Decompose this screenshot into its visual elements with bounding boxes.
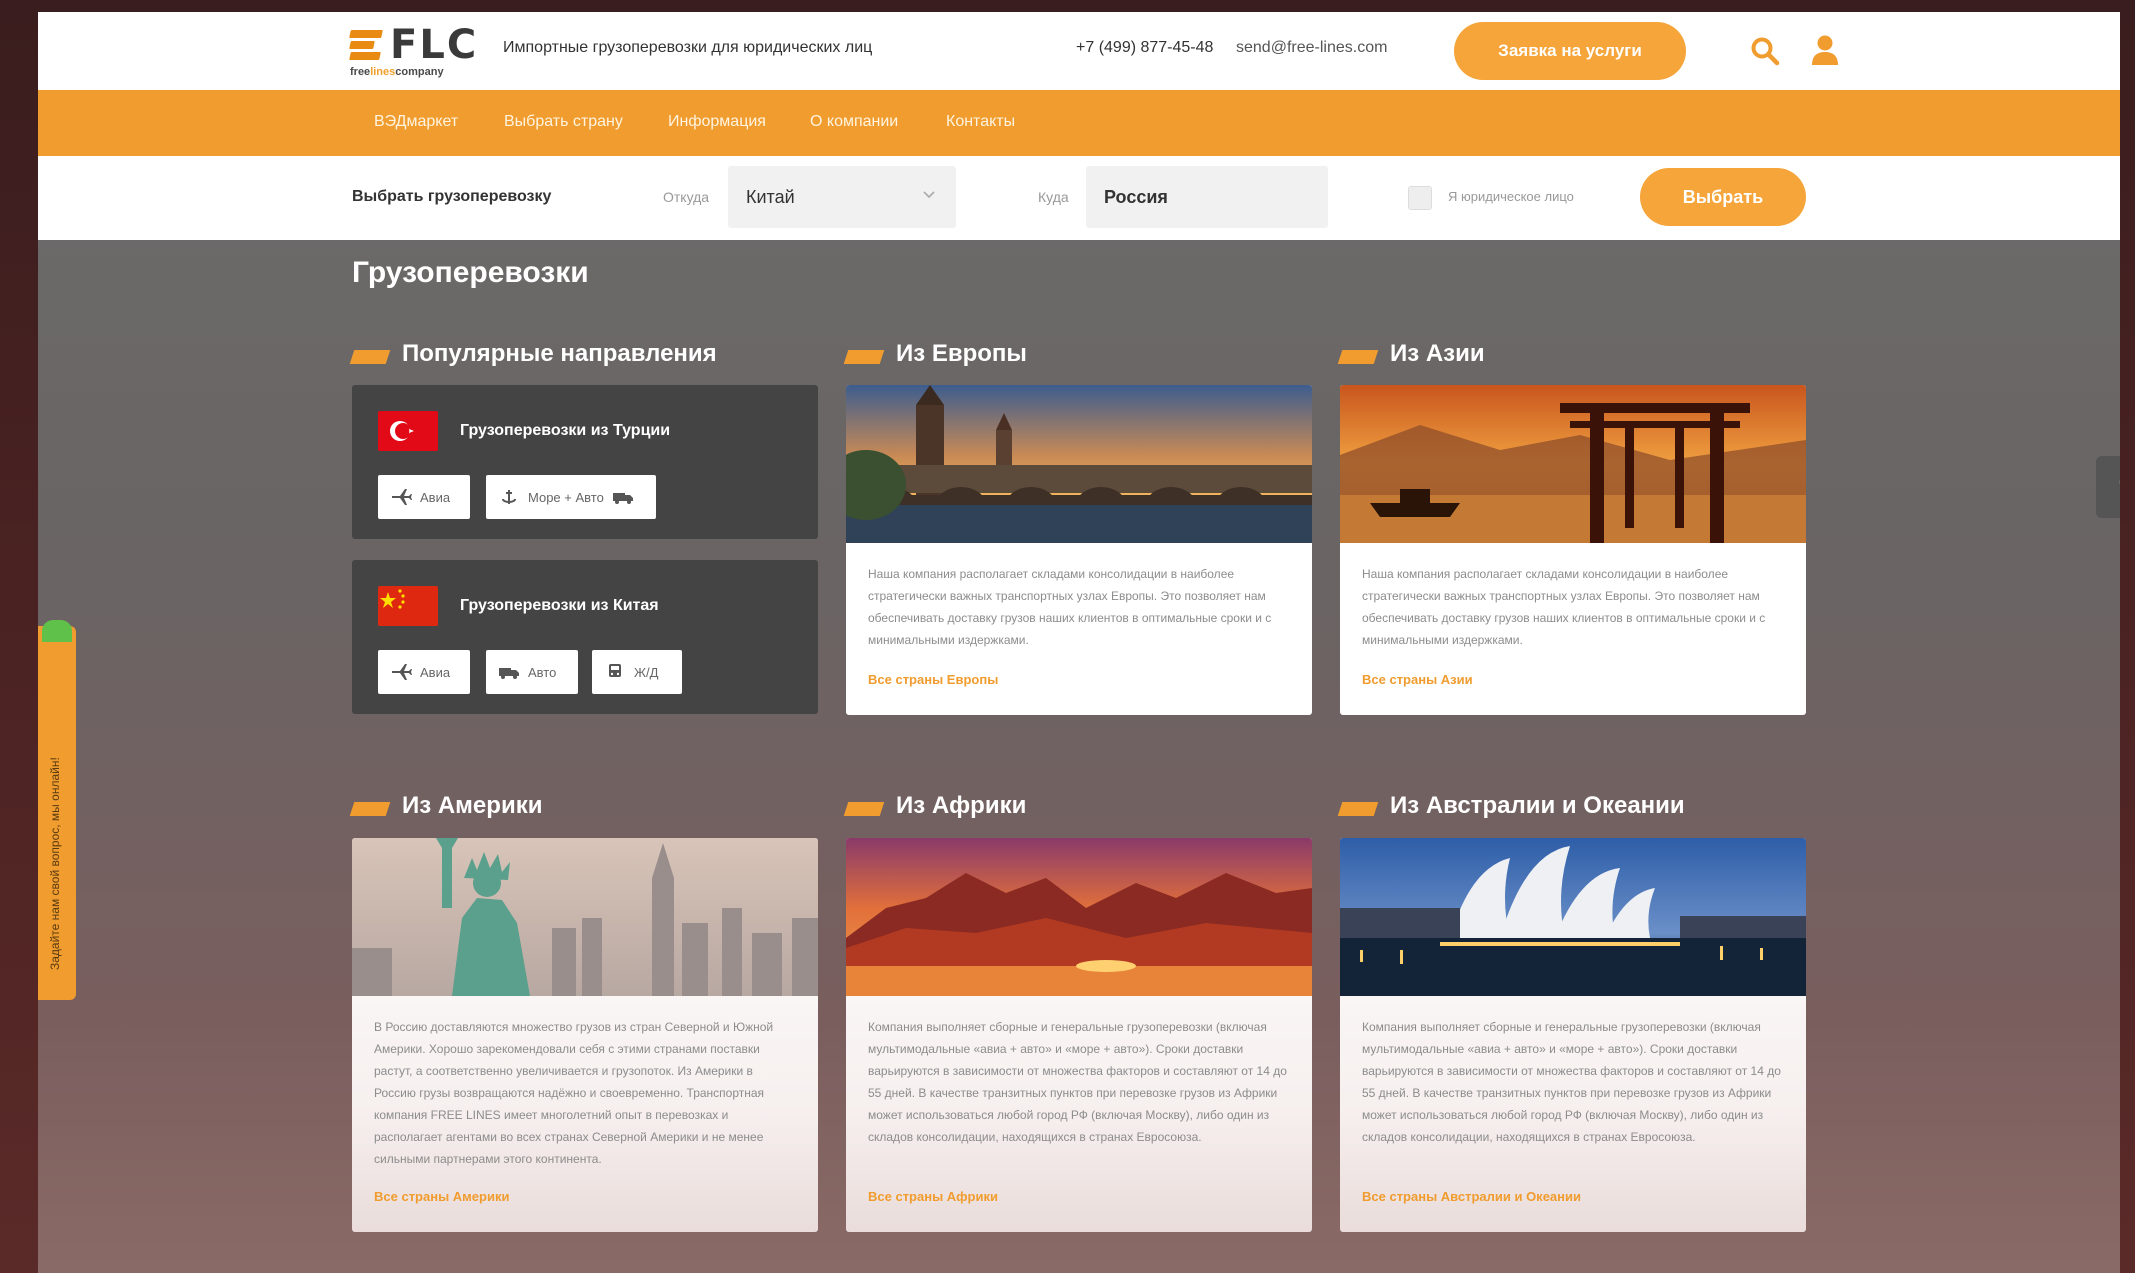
legal-entity-label[interactable]: Я юридическое лицо — [1448, 189, 1574, 204]
card-europe[interactable]: Наша компания располагает складами консо… — [846, 385, 1312, 715]
direction-card-china[interactable]: Грузоперевозки из Китая Авиа Авто Ж/Д — [352, 560, 818, 714]
from-select[interactable]: Китай — [728, 166, 956, 228]
online-indicator — [42, 620, 72, 642]
direction-card-turkey[interactable]: Грузоперевозки из Турции Авиа Море + Авт… — [352, 385, 818, 539]
tagline: Импортные грузоперевозки для юридических… — [503, 39, 873, 56]
chip-label: Ж/Д — [634, 664, 659, 680]
china-flag-icon — [378, 586, 438, 626]
chip-air[interactable]: Авиа — [378, 475, 470, 519]
order-services-button[interactable]: Заявка на услуги — [1454, 22, 1686, 80]
all-countries-link[interactable]: Все страны Америки — [374, 1189, 509, 1204]
logo-subtitle: freelinescompany — [350, 66, 444, 78]
truck-icon — [499, 668, 519, 679]
page-title: Грузоперевозки — [352, 256, 589, 289]
chip-label: Море + Авто — [528, 489, 604, 505]
legal-entity-checkbox[interactable] — [1408, 186, 1432, 210]
choose-button[interactable]: Выбрать — [1640, 168, 1806, 226]
heading-marker — [1337, 802, 1379, 816]
chevron-down-icon — [923, 191, 935, 199]
train-icon — [609, 664, 621, 677]
page-frame: FLC freelinescompany Импортные грузопере… — [38, 12, 2120, 1273]
section-title: Из Азии — [1390, 340, 1485, 367]
heading-marker — [349, 802, 391, 816]
logo-icon — [349, 30, 386, 60]
chip-label: Авиа — [420, 489, 451, 505]
anchor-icon — [502, 490, 516, 504]
africa-image — [846, 838, 1312, 996]
direction-title: Грузоперевозки из Китая — [460, 597, 659, 614]
phone-icon — [2119, 480, 2120, 485]
airplane-icon — [392, 664, 412, 680]
selector-title: Выбрать грузоперевозку — [352, 188, 552, 205]
chip-sea-auto[interactable]: Море + Авто — [486, 475, 656, 519]
all-countries-link[interactable]: Все страны Европы — [868, 672, 998, 687]
card-description: В Россию доставляются множество грузов и… — [374, 1020, 774, 1166]
card-asia[interactable]: Наша компания располагает складами консо… — [1340, 385, 1806, 715]
truck-icon — [612, 493, 633, 504]
europe-image — [846, 385, 1312, 543]
heading-marker — [349, 350, 391, 364]
nav-item-choose-country[interactable]: Выбрать страну — [504, 113, 623, 131]
logo[interactable]: FLC freelinescompany — [349, 22, 480, 80]
card-australia[interactable]: Компания выполняет сборные и генеральные… — [1340, 838, 1806, 1232]
nav-item-about[interactable]: О компании — [810, 113, 898, 131]
heading-marker — [1337, 350, 1379, 364]
card-description: Компания выполняет сборные и генеральные… — [1362, 1020, 1781, 1144]
header: FLC freelinescompany Импортные грузопере… — [38, 12, 2120, 90]
section-title: Из Европы — [896, 340, 1027, 367]
heading-marker — [843, 350, 885, 364]
from-value: Китай — [746, 187, 795, 207]
chip-air[interactable]: Авиа — [378, 650, 470, 694]
section-title: Популярные направления — [402, 340, 717, 367]
section-title: Из Австралии и Океании — [1390, 792, 1685, 819]
airplane-icon — [392, 489, 412, 505]
chip-label: Авиа — [420, 664, 451, 680]
user-icon[interactable] — [1810, 34, 1840, 66]
section-title: Из Африки — [896, 792, 1027, 819]
from-label: Откуда — [663, 189, 710, 205]
card-description: Наша компания располагает складами консо… — [1362, 567, 1766, 647]
search-icon[interactable] — [1750, 36, 1780, 66]
card-description: Компания выполняет сборные и генеральные… — [868, 1020, 1287, 1144]
section-title: Из Америки — [402, 792, 543, 819]
all-countries-link[interactable]: Все страны Африки — [868, 1189, 998, 1204]
to-label: Куда — [1038, 189, 1069, 205]
america-image — [352, 838, 818, 996]
chip-label: Авто — [528, 664, 557, 680]
all-countries-link[interactable]: Все страны Азии — [1362, 672, 1473, 687]
to-value: Россия — [1104, 187, 1168, 207]
nav-item-vedmarket[interactable]: ВЭДмаркет — [374, 113, 458, 131]
to-field[interactable]: Россия — [1086, 166, 1328, 228]
turkey-flag-icon — [378, 411, 438, 451]
direction-title: Грузоперевозки из Турции — [460, 422, 671, 439]
chip-rail[interactable]: Ж/Д — [592, 650, 682, 694]
chat-callback-label: Задайте нам свой вопрос, мы онлайн! — [48, 757, 62, 970]
route-selector: Выбрать грузоперевозку Откуда Китай Куда… — [38, 156, 2120, 240]
heading-marker — [843, 802, 885, 816]
asia-image — [1340, 385, 1806, 543]
phone-link[interactable]: +7 (499) 877-45-48 — [1076, 39, 1213, 57]
email-link[interactable]: send@free-lines.com — [1236, 39, 1387, 57]
australia-image — [1340, 838, 1806, 996]
main-nav: ВЭДмаркет Выбрать страну Информация О ко… — [38, 90, 2120, 156]
logo-text: FLC — [390, 22, 479, 68]
nav-item-information[interactable]: Информация — [668, 113, 766, 131]
all-countries-link[interactable]: Все страны Австралии и Океании — [1362, 1189, 1581, 1204]
card-america[interactable]: В Россию доставляются множество грузов и… — [352, 838, 818, 1232]
nav-item-contacts[interactable]: Контакты — [946, 113, 1015, 131]
chat-callback-tab[interactable]: Задайте нам свой вопрос, мы онлайн! — [38, 620, 76, 1000]
phone-widget-button[interactable] — [2096, 456, 2120, 518]
card-description: Наша компания располагает складами консо… — [868, 567, 1272, 647]
card-africa[interactable]: Компания выполняет сборные и генеральные… — [846, 838, 1312, 1232]
chip-auto[interactable]: Авто — [486, 650, 578, 694]
